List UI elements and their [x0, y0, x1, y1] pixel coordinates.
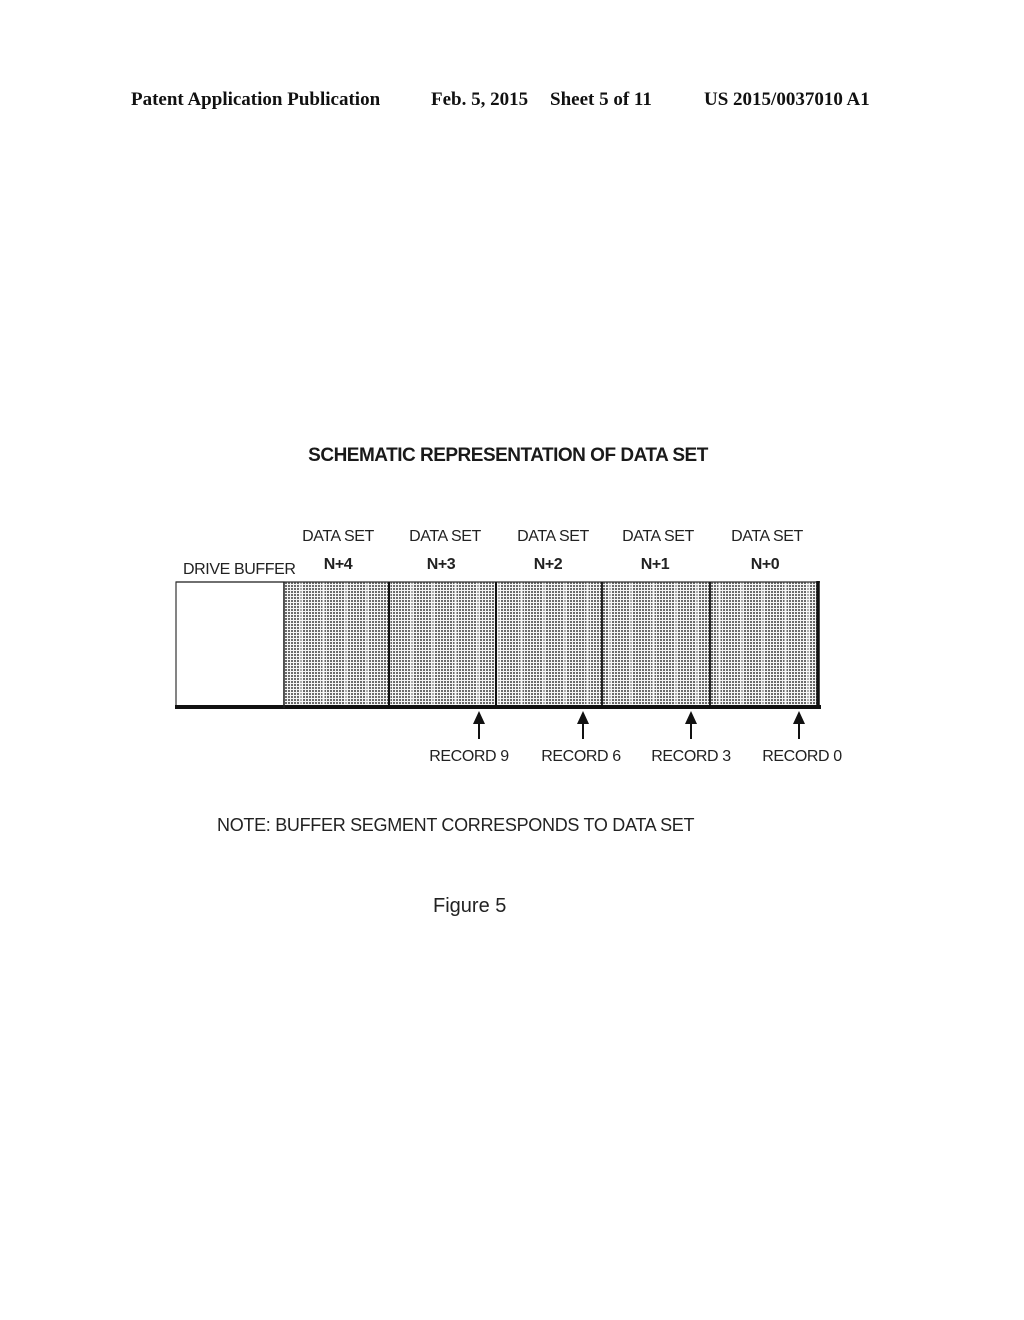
record-arrow-9	[473, 711, 485, 739]
record-label-3: RECORD 3	[651, 748, 731, 765]
figure-note: NOTE: BUFFER SEGMENT CORRESPONDS TO DATA…	[217, 815, 695, 835]
record-label-0: RECORD 0	[762, 748, 842, 765]
record-label-6: RECORD 6	[541, 748, 621, 765]
record-label-9: RECORD 9	[429, 748, 509, 765]
data-set-segments	[284, 582, 818, 708]
record-arrow-0	[793, 711, 805, 739]
record-arrow-6	[577, 711, 589, 739]
drive-buffer-segment	[175, 581, 285, 709]
figure-caption: Figure 5	[433, 895, 507, 917]
record-arrow-3	[685, 711, 697, 739]
buffer-diagram	[175, 581, 821, 739]
